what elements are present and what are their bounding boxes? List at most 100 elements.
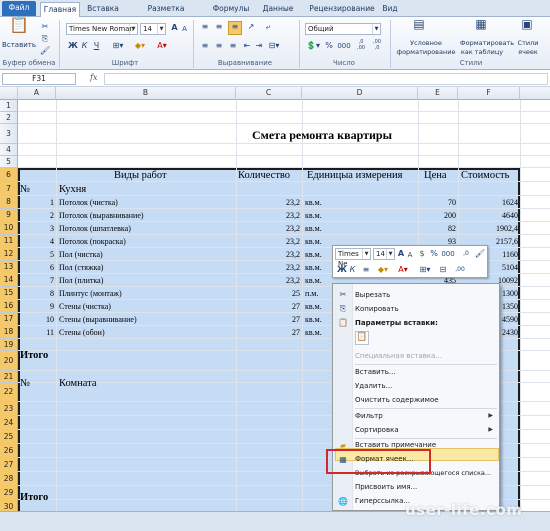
menu-item-copy[interactable]: Копировать [355, 303, 399, 315]
orientation-icon[interactable]: ↗ [246, 22, 256, 32]
grow-font-icon[interactable]: A [397, 249, 405, 259]
row-header[interactable]: 13 [0, 261, 18, 274]
wrap-text-icon[interactable]: ⤶ [262, 22, 274, 32]
row-header[interactable]: 10 [0, 222, 18, 235]
cell-styles-button[interactable]: Стили ячеек [508, 39, 548, 57]
shrink-font-icon[interactable]: A [180, 24, 189, 34]
mini-font-combo[interactable]: Times Ne ▼ [335, 248, 371, 268]
grow-font-icon[interactable]: A [170, 23, 179, 33]
format-as-table-button[interactable]: Форматировать как таблицу [460, 39, 514, 57]
decimal-icon[interactable]: ,0 [459, 249, 473, 259]
formula-input[interactable] [104, 73, 548, 85]
column-header-c[interactable]: C [236, 87, 302, 100]
tab-formulas[interactable]: Формулы [210, 2, 252, 17]
align-right-icon[interactable]: ≡ [228, 41, 238, 51]
row-header[interactable]: 17 [0, 313, 18, 326]
row-header[interactable]: 23 [0, 402, 18, 416]
mini-percent-button[interactable]: % [429, 249, 439, 259]
row-header[interactable]: 1 [0, 100, 18, 112]
row-header[interactable]: 4 [0, 144, 18, 156]
row-header[interactable]: 3 [0, 124, 18, 144]
copy-icon[interactable]: ⎘ [40, 34, 50, 44]
menu-item-sort[interactable]: Сортировка [355, 424, 399, 436]
decrease-indent-icon[interactable]: ⇤ [242, 41, 252, 51]
fill-color-icon[interactable]: ◆▾ [375, 265, 391, 275]
mini-size-combo[interactable]: 14 ▼ [373, 248, 395, 260]
row-header[interactable]: 18 [0, 326, 18, 339]
conditional-format-button[interactable]: Условное форматирование [394, 39, 458, 57]
menu-item-paste-special[interactable]: Специальная вставка... [355, 350, 442, 362]
row-header[interactable]: 11 [0, 235, 18, 248]
increase-decimal-button[interactable]: ,0 ,00 [354, 39, 368, 51]
tab-review[interactable]: Рецензирование [306, 2, 378, 17]
row-header[interactable]: 19 [0, 339, 18, 351]
bold-button[interactable]: Ж [68, 41, 78, 51]
row-header[interactable]: 26 [0, 444, 18, 458]
underline-button[interactable]: Ч [92, 41, 101, 51]
row-header[interactable]: 6 [0, 168, 18, 182]
cell-styles-icon[interactable]: ▣ [518, 18, 536, 30]
menu-item-delete[interactable]: Удалить... [355, 380, 392, 392]
tab-data[interactable]: Данные [258, 2, 298, 17]
align-bottom-icon[interactable]: ≡ [228, 21, 242, 35]
column-header-e[interactable]: E [418, 87, 458, 100]
column-header-b[interactable]: B [56, 87, 236, 100]
column-header-a[interactable]: A [18, 87, 56, 100]
row-header[interactable]: 27 [0, 458, 18, 472]
align-left-icon[interactable]: ≡ [200, 41, 210, 51]
conditional-format-icon[interactable]: ▤ [410, 18, 428, 30]
menu-item-clear-contents[interactable]: Очистить содержимое [355, 394, 439, 406]
row-header[interactable]: 5 [0, 156, 18, 168]
row-header[interactable]: 28 [0, 472, 18, 486]
name-box[interactable]: F31 [2, 73, 76, 85]
row-header[interactable]: 14 [0, 274, 18, 287]
merge-cells-icon[interactable]: ⊟▾ [266, 41, 282, 51]
percent-button[interactable]: % [324, 41, 334, 51]
row-header[interactable]: 2 [0, 112, 18, 124]
mini-bold-button[interactable]: Ж [337, 265, 347, 275]
format-painter-icon[interactable]: 🖌 [40, 46, 50, 56]
row-header[interactable]: 22 [0, 383, 18, 402]
align-top-icon[interactable]: ≡ [200, 22, 210, 32]
increase-indent-icon[interactable]: ⇥ [254, 41, 264, 51]
currency-icon[interactable]: 💲▾ [306, 41, 320, 51]
paste-button[interactable]: Вставить [2, 41, 36, 50]
menu-item-filter[interactable]: Фильтр [355, 410, 383, 422]
row-header[interactable]: 20 [0, 351, 18, 371]
borders-icon[interactable]: ⊞▾ [110, 41, 126, 51]
paste-option-icon[interactable]: 📋 [355, 331, 369, 345]
font-color-icon[interactable]: A▾ [395, 265, 411, 275]
font-name-combo[interactable]: Times New Roman ▼ [66, 23, 138, 35]
row-header[interactable]: 24 [0, 416, 18, 430]
tab-view[interactable]: Вид [380, 2, 400, 17]
shrink-font-icon[interactable]: A [406, 250, 414, 260]
row-header[interactable]: 16 [0, 300, 18, 313]
row-header[interactable]: 7 [0, 182, 18, 196]
merge-cells-icon[interactable]: ⊟ [437, 265, 449, 275]
row-header[interactable]: 29 [0, 486, 18, 500]
font-color-icon[interactable]: A▾ [154, 41, 170, 51]
paste-icon[interactable]: 📋 [8, 17, 30, 38]
menu-item-cut[interactable]: Вырезать [355, 289, 390, 301]
fx-icon[interactable]: fx [90, 73, 97, 82]
mini-thousands-button[interactable]: 000 [441, 249, 455, 259]
column-header-d[interactable]: D [302, 87, 418, 100]
menu-item-hyperlink[interactable]: Гиперссылка... [355, 495, 410, 507]
borders-icon[interactable]: ⊞▾ [417, 265, 433, 275]
row-header[interactable]: 21 [0, 371, 18, 383]
tab-insert[interactable]: Вставка [84, 2, 122, 17]
tab-home[interactable]: Главная [40, 2, 80, 18]
align-middle-icon[interactable]: ≡ [214, 22, 224, 32]
fill-color-icon[interactable]: ◆▾ [132, 41, 148, 51]
thousands-button[interactable]: 000 [336, 41, 352, 51]
italic-button[interactable]: К [80, 41, 89, 51]
align-center-icon[interactable]: ≡ [214, 41, 224, 51]
row-header[interactable]: 9 [0, 209, 18, 222]
currency-icon[interactable]: $ [417, 249, 427, 259]
decrease-decimal-button[interactable]: ,00 ,0 [370, 39, 384, 51]
row-header[interactable]: 25 [0, 430, 18, 444]
column-header-f[interactable]: F [458, 87, 520, 100]
row-header[interactable]: 15 [0, 287, 18, 300]
row-header[interactable]: 12 [0, 248, 18, 261]
select-all-corner[interactable] [0, 87, 18, 100]
